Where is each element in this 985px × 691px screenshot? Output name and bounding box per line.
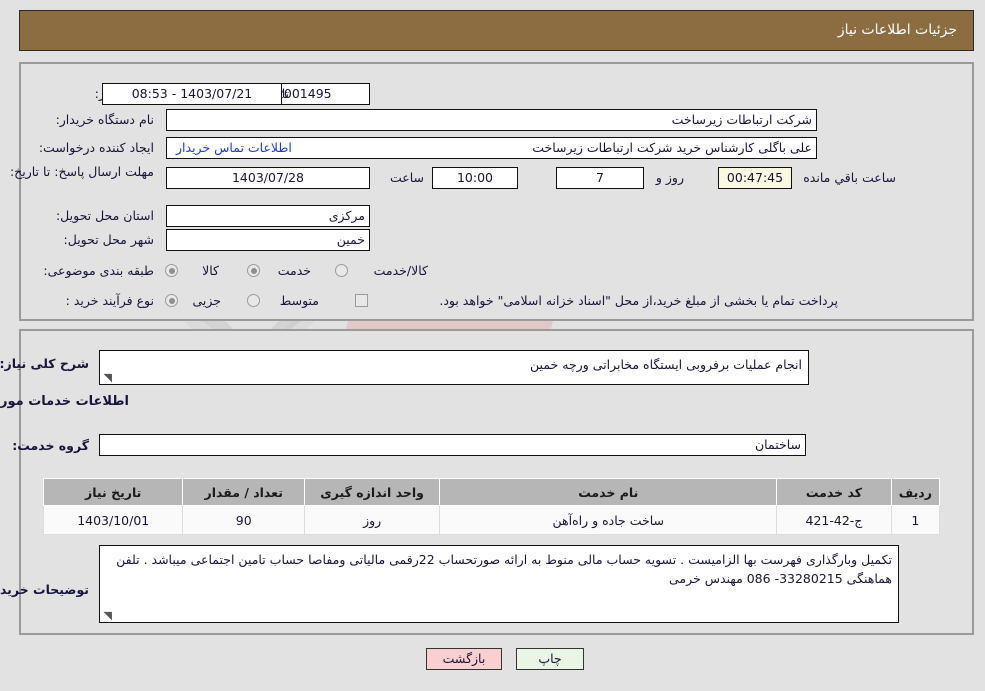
radio-process-motevaset-label: متوسط bbox=[280, 293, 320, 308]
resize-grip-icon[interactable]: ◥ bbox=[103, 372, 113, 383]
delivery-province-field[interactable]: مرکزی bbox=[167, 205, 371, 227]
hour-label: ساعت bbox=[390, 170, 425, 185]
page-title-bar: جزئیات اطلاعات نیاز bbox=[20, 10, 975, 51]
services-info-title: اطلاعات خدمات مورد نیاز bbox=[0, 394, 130, 409]
buyer-notes-textarea[interactable]: تکمیل وبارگذاری فهرست بها الزامیست . تسو… bbox=[100, 545, 900, 623]
page-title: جزئیات اطلاعات نیاز bbox=[838, 22, 958, 38]
th-name: نام خدمت bbox=[440, 478, 779, 506]
deadline-time-field[interactable]: 10:00 bbox=[433, 167, 519, 189]
deadline-date-field[interactable]: 1403/07/28 bbox=[167, 167, 371, 189]
cell-code: ج-42-421 bbox=[777, 505, 893, 535]
general-description-textarea[interactable]: انجام عملیات برفروبی ایستگاه مخابراتی ور… bbox=[100, 350, 810, 385]
subject-category-label: طبقه بندی موضوعی: bbox=[44, 263, 155, 278]
cell-name: ساخت جاده و راه‌آهن bbox=[440, 505, 779, 535]
cell-unit: روز bbox=[305, 505, 442, 535]
back-button[interactable]: بازگشت bbox=[427, 648, 503, 670]
buyer-notes-label: توضیحات خریدار: bbox=[0, 582, 90, 597]
service-group-label: گروه خدمت: bbox=[13, 438, 90, 453]
print-button[interactable]: چاپ bbox=[517, 648, 585, 670]
table-header-row: ردیف کد خدمت نام خدمت واحد اندازه گیری ت… bbox=[43, 478, 942, 506]
th-date: تاریخ نیاز bbox=[43, 478, 185, 506]
radio-process-jozii[interactable] bbox=[166, 294, 179, 307]
general-description-label: شرح کلی نیاز: bbox=[0, 356, 90, 371]
radio-category-kala[interactable] bbox=[166, 264, 179, 277]
days-remaining-field[interactable]: 7 bbox=[557, 167, 645, 189]
cell-quantity: 90 bbox=[183, 505, 307, 535]
radio-category-kala-khedmat[interactable] bbox=[336, 264, 349, 277]
radio-category-kala-label: کالا bbox=[203, 263, 220, 278]
service-group-field[interactable]: ساختمان bbox=[100, 434, 807, 456]
radio-category-khedmat[interactable] bbox=[248, 264, 261, 277]
treasury-bond-note: پرداخت تمام یا بخشی از مبلغ خرید،از محل … bbox=[440, 293, 839, 308]
buyer-contact-link[interactable]: اطلاعات تماس خریدار bbox=[177, 140, 293, 155]
buyer-org-field[interactable]: شرکت ارتباطات زیرساخت bbox=[167, 109, 818, 131]
buyer-org-label: نام دستگاه خریدار: bbox=[56, 112, 155, 127]
delivery-province-label: استان محل تحویل: bbox=[56, 208, 155, 223]
remaining-suffix-label: ساعت باقي مانده bbox=[804, 170, 897, 185]
radio-process-motevaset[interactable] bbox=[248, 294, 261, 307]
th-code: کد خدمت bbox=[777, 478, 893, 506]
request-creator-label: ایجاد کننده درخواست: bbox=[39, 140, 155, 155]
radio-process-jozii-label: جزیی bbox=[193, 293, 222, 308]
table-row: 1 ج-42-421 ساخت جاده و راه‌آهن روز 90 14… bbox=[43, 505, 942, 535]
treasury-bond-checkbox[interactable] bbox=[356, 294, 369, 307]
th-unit: واحد اندازه گیری bbox=[305, 478, 442, 506]
cell-date: 1403/10/01 bbox=[43, 505, 185, 535]
resize-grip-icon-notes[interactable]: ◥ bbox=[103, 610, 113, 621]
radio-category-khedmat-label: خدمت bbox=[278, 263, 312, 278]
buyer-notes-value: تکمیل وبارگذاری فهرست بها الزامیست . تسو… bbox=[117, 552, 893, 586]
response-deadline-label: مهلت ارسال پاسخ: تا تاریخ: bbox=[10, 164, 155, 179]
th-row: ردیف bbox=[891, 478, 942, 506]
delivery-city-label: شهر محل تحویل: bbox=[64, 232, 155, 247]
delivery-city-field[interactable]: خمین bbox=[167, 229, 371, 251]
time-remaining-field: 00:47:45 bbox=[719, 167, 793, 189]
general-description-value: انجام عملیات برفروبی ایستگاه مخابراتی ور… bbox=[531, 357, 803, 372]
th-quantity: تعداد / مقدار bbox=[183, 478, 307, 506]
cell-row: 1 bbox=[891, 505, 942, 535]
radio-category-kala-khedmat-label: کالا/خدمت bbox=[374, 263, 429, 278]
purchase-process-label: نوع فرآیند خرید : bbox=[66, 293, 155, 308]
services-table: ردیف کد خدمت نام خدمت واحد اندازه گیری ت… bbox=[43, 478, 942, 535]
days-word-label: روز و bbox=[656, 170, 685, 185]
publish-datetime-field[interactable]: 1403/07/21 - 08:53 bbox=[103, 83, 283, 105]
